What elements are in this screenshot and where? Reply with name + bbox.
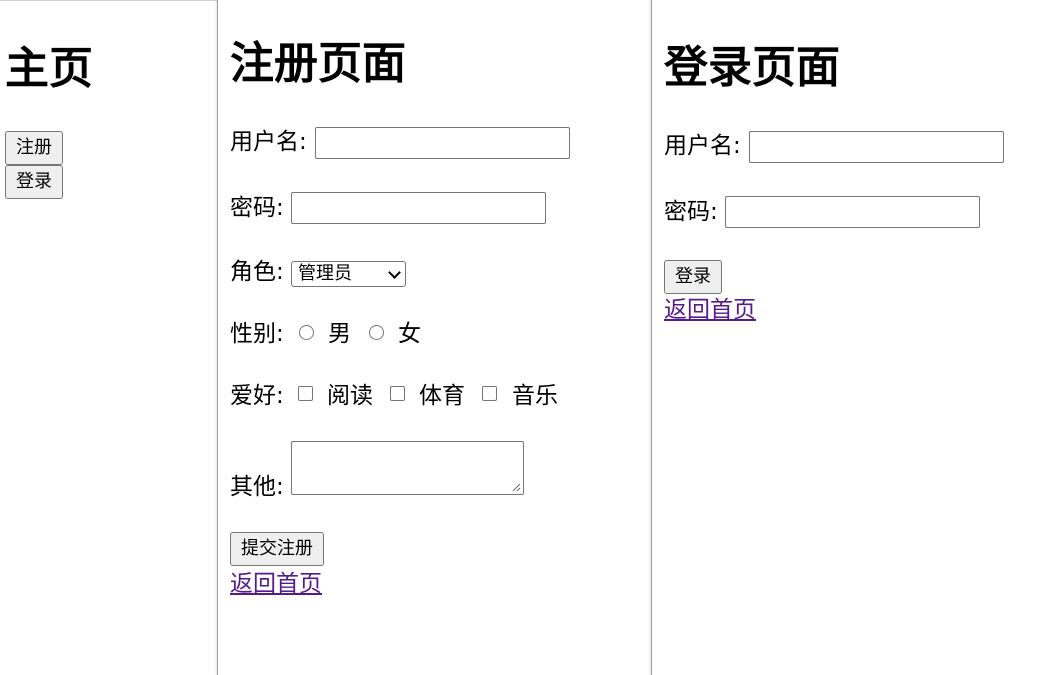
register-back-home-link[interactable]: 返回首页 (230, 570, 322, 598)
hobby-sports-checkbox[interactable] (390, 386, 405, 401)
login-submit-button[interactable]: 登录 (664, 260, 722, 294)
gender-male-label: 男 (328, 321, 351, 347)
submit-register-button[interactable]: 提交注册 (230, 532, 324, 566)
other-label: 其他: (230, 474, 284, 500)
login-frame: 登录页面 用户名: 密码: 登录 返回首页 (651, 0, 1044, 675)
register-button[interactable]: 注册 (5, 131, 63, 165)
login-back-home-link[interactable]: 返回首页 (664, 296, 756, 324)
hobby-music-checkbox[interactable] (482, 386, 497, 401)
role-select[interactable]: 管理员 (291, 261, 406, 287)
register-password-input[interactable] (291, 192, 546, 224)
login-password-label: 密码: (664, 199, 718, 225)
home-frame: 主页 注册 登录 (0, 0, 217, 675)
chevron-down-icon (388, 266, 401, 279)
hobby-reading-checkbox[interactable] (298, 386, 313, 401)
hobby-music-label: 音乐 (512, 383, 558, 409)
gender-female-label: 女 (398, 321, 421, 347)
role-label: 角色: (230, 259, 284, 285)
other-textarea[interactable] (291, 441, 524, 495)
resize-grip-icon[interactable] (512, 483, 521, 492)
username-label: 用户名: (230, 129, 307, 155)
login-password-input[interactable] (725, 196, 980, 228)
register-title: 注册页面 (230, 38, 406, 89)
hobby-sports-label: 体育 (419, 383, 465, 409)
register-username-input[interactable] (315, 127, 570, 159)
home-title: 主页 (5, 43, 93, 94)
hobby-label: 爱好: (230, 383, 284, 409)
password-label: 密码: (230, 195, 284, 221)
register-frame: 注册页面 用户名: 密码: 角色: 管理员 性别: 男 女 爱好: 阅读 体育 … (217, 0, 651, 675)
login-username-label: 用户名: (664, 133, 741, 159)
hobby-reading-label: 阅读 (327, 383, 373, 409)
gender-female-radio[interactable] (369, 325, 384, 340)
gender-label: 性别: (230, 321, 284, 347)
gender-male-radio[interactable] (299, 325, 314, 340)
role-selected-value: 管理员 (298, 263, 352, 284)
login-title: 登录页面 (664, 42, 840, 93)
login-username-input[interactable] (749, 131, 1004, 163)
login-button[interactable]: 登录 (5, 165, 63, 199)
